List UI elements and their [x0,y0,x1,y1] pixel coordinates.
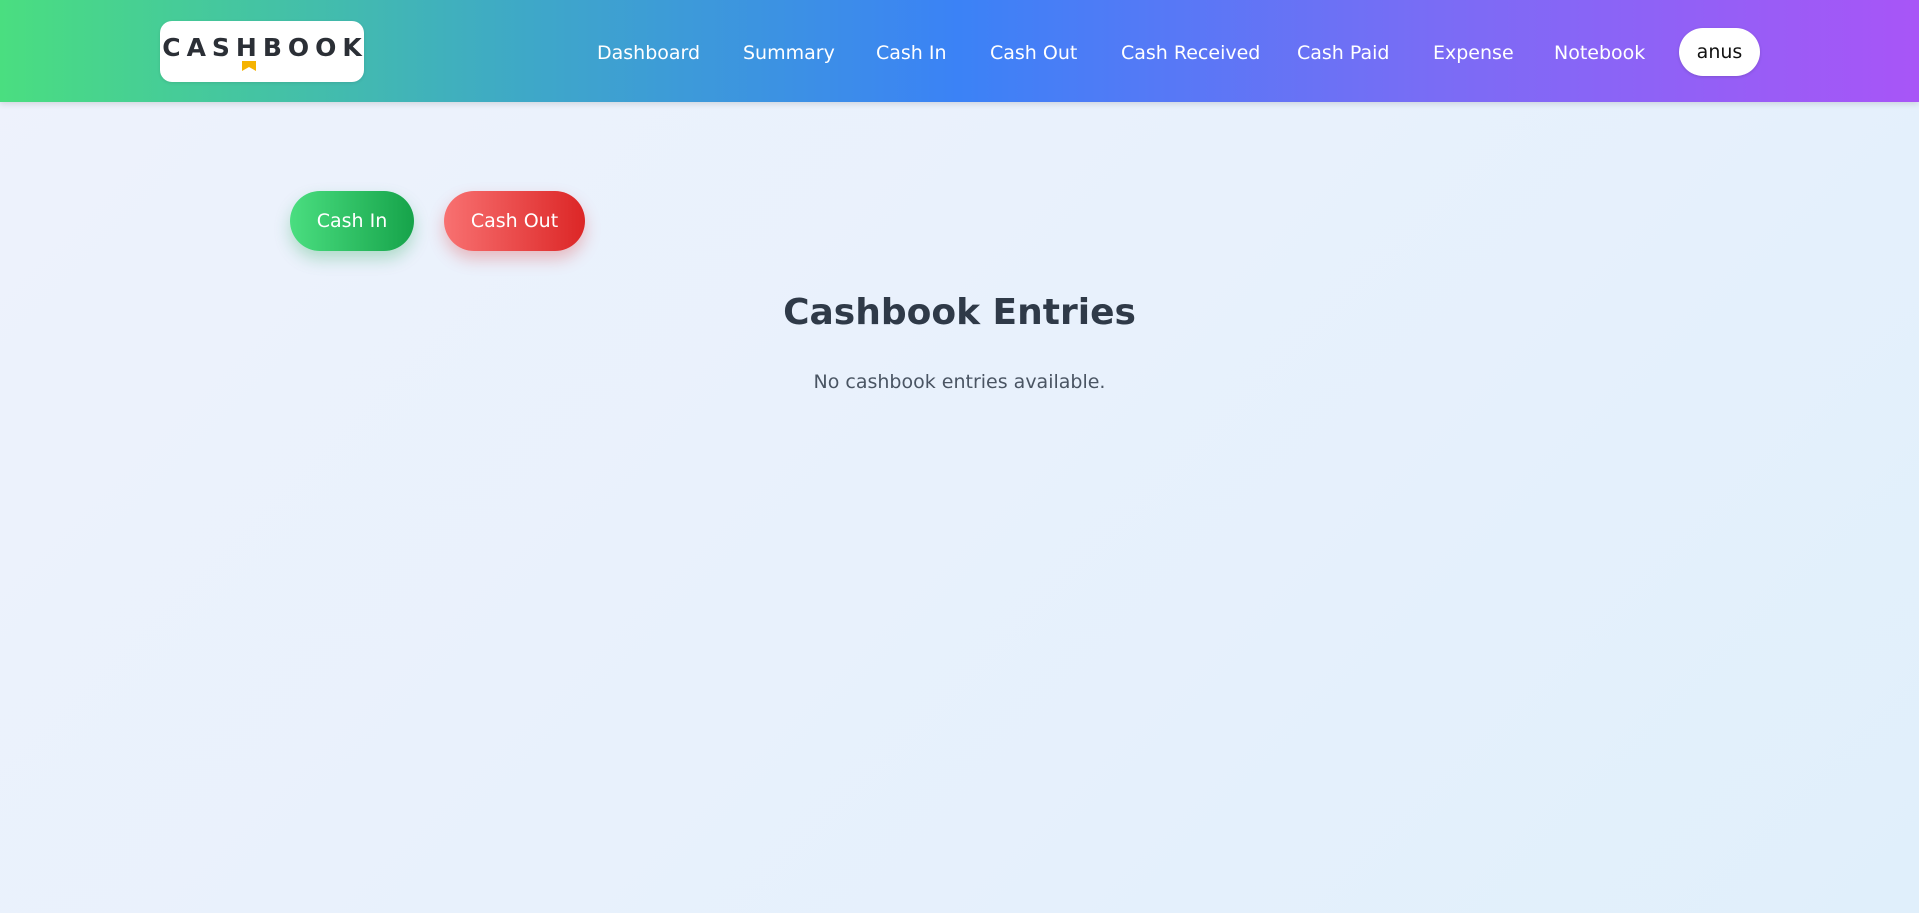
nav-item-cash-in[interactable]: Cash In [876,41,947,65]
nav-item-cash-paid[interactable]: Cash Paid [1297,41,1389,65]
nav-item-expense[interactable]: Expense [1433,41,1514,65]
user-name: anus [1696,41,1743,63]
cash-in-button-label: Cash In [316,210,388,232]
top-navbar: CASHBOOK Dashboard Summary Cash In Cash … [0,0,1919,102]
nav-menu: Dashboard Summary Cash In Cash Out Cash … [0,0,1919,102]
nav-item-notebook[interactable]: Notebook [1554,41,1645,65]
nav-item-cash-out[interactable]: Cash Out [990,41,1077,65]
nav-item-dashboard[interactable]: Dashboard [597,41,700,65]
empty-state-message: No cashbook entries available. [813,371,1106,393]
user-menu-button[interactable]: anus [1679,28,1760,76]
cash-in-button[interactable]: Cash In [290,191,414,251]
cash-out-button-label: Cash Out [470,210,559,232]
cash-out-button[interactable]: Cash Out [444,191,585,251]
nav-item-summary[interactable]: Summary [743,41,835,65]
nav-item-cash-received[interactable]: Cash Received [1121,41,1260,65]
page-title: Cashbook Entries [783,292,1136,333]
